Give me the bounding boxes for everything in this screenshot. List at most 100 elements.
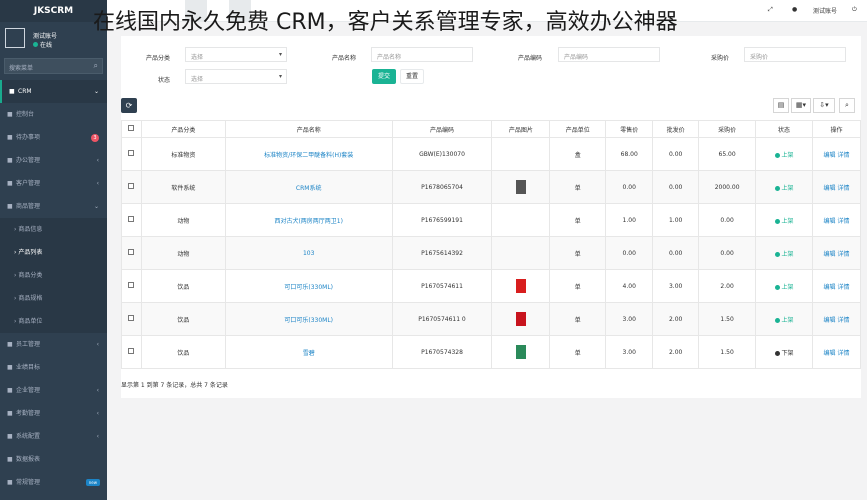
- sidebar-subitem-3[interactable]: › 商品规格: [0, 287, 107, 310]
- table-row[interactable]: 饮品 雪碧 P1670574328 单 3.00 2.00 1.50 下架 编辑 详情: [121, 335, 862, 369]
- edit-detail-links[interactable]: 编辑 详情: [824, 251, 850, 258]
- product-name-link[interactable]: 西对古犬(两房两厅两卫1): [274, 218, 343, 225]
- sidebar-item-sidebar.items21[interactable]: ■ 业绩目标: [0, 356, 107, 379]
- column-header[interactable]: 采购价: [698, 120, 757, 138]
- column-header[interactable]: 产品图片: [491, 120, 551, 138]
- sidebar-item-sidebar.items23[interactable]: ■ 考勤管理 ‹: [0, 402, 107, 425]
- cell-name: CRM系统: [224, 170, 393, 204]
- logout-icon[interactable]: ⏻: [852, 6, 857, 14]
- sidebar-subitem-1[interactable]: › 产品列表: [0, 241, 107, 264]
- row-checkbox[interactable]: [128, 282, 135, 288]
- sidebar-item-sidebar.items5[interactable]: ■ 商品管理 ⌄: [0, 195, 107, 218]
- edit-detail-links[interactable]: 编辑 详情: [824, 218, 850, 225]
- product-thumbnail-icon[interactable]: [515, 180, 526, 194]
- table-row[interactable]: 饮品 可口可乐(330ML) P1670574611 单 4.00 3.00 2.00 上架 编…: [121, 269, 862, 303]
- row-checkbox-cell[interactable]: [121, 302, 142, 336]
- row-checkbox[interactable]: [128, 183, 135, 189]
- code-input-placeholder: 产品编码: [564, 54, 589, 61]
- menu-search-input[interactable]: 搜索菜单 ⌕: [4, 58, 103, 74]
- column-header[interactable]: 产品编码: [391, 120, 493, 138]
- product-name-link[interactable]: 可口可乐(330ML): [284, 317, 333, 324]
- product-thumbnail-icon[interactable]: [515, 279, 526, 293]
- sidebar-item-sidebar.items1[interactable]: ■ 控制台: [0, 103, 107, 126]
- column-header[interactable]: 产品分类: [140, 120, 226, 138]
- row-checkbox-cell[interactable]: [121, 170, 142, 204]
- product-name-link[interactable]: CRM系统: [296, 185, 322, 192]
- column-header[interactable]: 产品名称: [224, 120, 393, 138]
- submit-button[interactable]: 提交: [372, 69, 396, 84]
- edit-detail-links[interactable]: 编辑 详情: [824, 185, 850, 192]
- export-icon[interactable]: ⇩▾: [813, 98, 835, 113]
- product-name-link[interactable]: 103: [303, 250, 314, 257]
- sidebar-item-sidebar.items4[interactable]: ■ 客户管理 ‹: [0, 172, 107, 195]
- columns-icon[interactable]: ▦▾: [791, 98, 811, 113]
- refresh-button[interactable]: ⟳: [121, 98, 137, 113]
- edit-detail-links[interactable]: 编辑 详情: [824, 152, 850, 159]
- column-header[interactable]: 状态: [755, 120, 813, 138]
- sidebar-subitem-4[interactable]: › 商品单位: [0, 310, 107, 333]
- sidebar-item-sidebar.items20[interactable]: ■ 员工管理 ‹: [0, 333, 107, 356]
- product-name-link[interactable]: 雪碧: [303, 350, 315, 357]
- column-header[interactable]: 批发价: [652, 120, 700, 138]
- row-checkbox-cell[interactable]: [121, 335, 142, 369]
- cell-name: 标准物资/环保二甲醚备料(H)套装: [224, 137, 393, 171]
- sidebar-item-sidebar.items26[interactable]: ■ 常规管理 new: [0, 471, 107, 494]
- price-label: 采购价: [711, 55, 730, 62]
- fullscreen-icon[interactable]: ⤢: [768, 6, 773, 14]
- cell-actions: 编辑 详情: [811, 236, 862, 270]
- sidebar-item-sidebar.items22[interactable]: ■ 企业管理 ‹: [0, 379, 107, 402]
- code-input[interactable]: 产品编码: [558, 47, 660, 62]
- row-checkbox[interactable]: [128, 348, 135, 354]
- sidebar-item-sidebar.items3[interactable]: ■ 办公管理 ‹: [0, 149, 107, 172]
- avatar[interactable]: [5, 28, 25, 48]
- row-checkbox[interactable]: [128, 216, 135, 222]
- status-select[interactable]: 选择 ▾: [185, 69, 287, 84]
- app-logo: JKSCRM: [0, 0, 107, 22]
- column-header[interactable]: 产品单位: [549, 120, 607, 138]
- print-icon[interactable]: ▤: [773, 98, 789, 113]
- row-checkbox-cell[interactable]: [121, 236, 142, 270]
- row-checkbox[interactable]: [128, 315, 135, 321]
- reset-button[interactable]: 重置: [400, 69, 424, 84]
- edit-detail-links[interactable]: 编辑 详情: [824, 317, 850, 324]
- sidebar-item-sidebar.items24[interactable]: ■ 系统配置 ‹: [0, 425, 107, 448]
- search-toggle-icon[interactable]: ⌕: [839, 98, 855, 113]
- search-icon[interactable]: ⌕: [94, 61, 98, 71]
- table-row[interactable]: 动物 西对古犬(两房两厅两卫1) P1676599191 单 1.00 1.00 0.00 上…: [121, 203, 862, 237]
- column-header[interactable]: 零售价: [605, 120, 654, 138]
- account-label[interactable]: 测试账号: [813, 6, 837, 15]
- table-row[interactable]: 饮品 可口可乐(330ML) P1670574611 0 单 3.00 2.00 1.50 上…: [121, 302, 862, 336]
- cell-code: GBW(E)130070: [391, 137, 493, 171]
- select-all-checkbox[interactable]: [128, 125, 135, 131]
- row-checkbox-cell[interactable]: [121, 203, 142, 237]
- sidebar-item-sidebar.items2[interactable]: ■ 待办事项 3: [0, 126, 107, 149]
- product-name-link[interactable]: 标准物资/环保二甲醚备料(H)套装: [264, 152, 353, 159]
- sidebar-item-sidebar.items25[interactable]: ■ 数据报表: [0, 448, 107, 471]
- price-input[interactable]: 采购价: [744, 47, 846, 62]
- table-row[interactable]: 软件系统 CRM系统 P1678065704 单 0.00 0.00 2000.00 上架 编辑…: [121, 170, 862, 204]
- target-icon: ■: [7, 364, 13, 371]
- category-select[interactable]: 选择 ▾: [185, 47, 287, 62]
- row-checkbox[interactable]: [128, 150, 135, 156]
- user-profile[interactable]: 测试账号 在线: [0, 22, 107, 54]
- sidebar-item-sidebar.items0[interactable]: ■ CRM ⌄: [0, 80, 107, 103]
- column-header[interactable]: 操作: [811, 120, 862, 138]
- table-row[interactable]: 动物 103 P1675614392 单 0.00 0.00 0.00 上架 编辑 详情: [121, 236, 862, 270]
- status-dot-icon: [774, 284, 780, 290]
- edit-detail-links[interactable]: 编辑 详情: [824, 350, 850, 357]
- main-content: 产品分类 选择 ▾ 产品名称 产品名称 产品编码 产品编码 采购价 采购价 状态 …: [107, 22, 867, 500]
- select-all-checkbox-cell[interactable]: [121, 120, 142, 138]
- product-name-link[interactable]: 可口可乐(330ML): [284, 284, 333, 291]
- row-checkbox[interactable]: [128, 249, 135, 255]
- product-thumbnail-icon[interactable]: [515, 345, 526, 359]
- edit-detail-links[interactable]: 编辑 详情: [824, 284, 850, 291]
- sidebar-subitem-0[interactable]: › 商品信息: [0, 218, 107, 241]
- row-checkbox-cell[interactable]: [121, 269, 142, 303]
- name-input[interactable]: 产品名称: [371, 47, 473, 62]
- row-checkbox-cell[interactable]: [121, 137, 142, 171]
- account-icon[interactable]: ●: [792, 6, 797, 13]
- product-thumbnail-icon[interactable]: [515, 312, 526, 326]
- sidebar-subitem-2[interactable]: › 商品分类: [0, 264, 107, 287]
- table-row[interactable]: 标准物资 标准物资/环保二甲醚备料(H)套装 GBW(E)130070 盒 68.00 0…: [121, 137, 862, 171]
- cell-unit: 单: [549, 203, 607, 237]
